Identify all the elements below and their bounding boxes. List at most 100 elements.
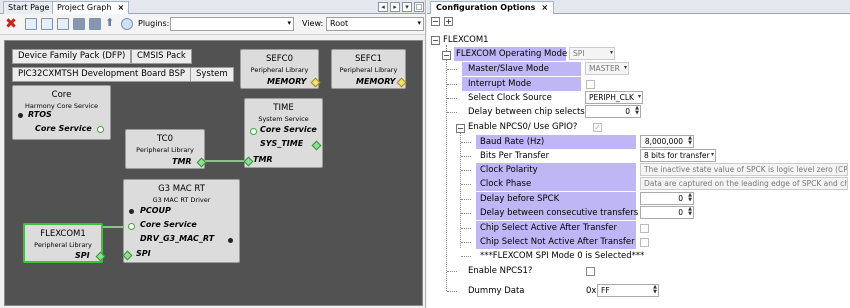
master-slave-select[interactable]: MASTER ▾ [585,62,629,75]
tc0-node[interactable]: TC0 Peripheral Library TMR [125,129,207,169]
memory-port: MEMORY [356,77,396,86]
spi-mode-note: ***FLEXCOM SPI Mode 0 is Selected*** [480,251,645,261]
chevron-down-icon: ▾ [417,19,421,27]
delay-before-spck-input[interactable]: 0 ▲ ▼ [640,192,694,205]
spinner-icon: ▲ ▼ [688,135,692,146]
tree-line [461,142,471,143]
clock-polarity-select[interactable]: The inactive state value of SPCK is logi… [640,163,848,176]
node-subtitle: Peripheral Library [136,146,194,154]
chevron-down-icon: ▾ [287,19,291,27]
flexcom1-node[interactable]: FLEXCOM1 Peripheral Library SPI [23,223,106,263]
dependency-dot[interactable] [250,128,257,135]
dropdown-icon[interactable]: ▾ [402,2,412,12]
container-icon[interactable] [89,18,101,30]
delay-chip-selects-label: Delay between chip selects [468,107,585,117]
node-subtitle: System Service [258,115,309,123]
dependency-dot[interactable] [128,223,135,230]
tmr-port: TMR [172,157,192,166]
cs-active-after-checkbox[interactable] [640,224,649,233]
baud-rate-input[interactable]: 8,000,000 ▲ ▼ [640,135,694,148]
bits-per-transfer-select[interactable]: 8 bits for transfer ▾ [640,149,716,162]
tree-collapse-icon[interactable]: − [442,51,451,60]
bsp-pill[interactable]: PIC32CXMTSH Development Board BSP [12,67,191,82]
delay-chip-selects-input[interactable]: 0 ▲ ▼ [585,105,641,118]
tab-project-graph[interactable]: Project Graph × [52,1,130,14]
dummy-data-input[interactable]: FF ▲ ▼ [597,284,659,297]
time-node[interactable]: TIME System Service Core Service SYS_TIM… [243,98,323,168]
core-service-port: Core Service [260,125,317,134]
delete-icon[interactable]: ✖ [4,17,18,31]
tree-collapse-icon[interactable]: − [456,124,465,133]
configuration-options-pane: Configuration Options × − + − FLEXCOM1 − … [427,0,850,308]
tree-line [461,256,471,257]
scroll-left-icon[interactable]: ◂ [378,2,388,12]
expand-all-icon[interactable]: + [444,17,453,26]
spi-port: SPI [75,251,90,260]
close-tab-icon[interactable]: × [117,3,124,12]
tree-line [447,69,457,70]
core-node[interactable]: Core Harmony Core Service RTOS Core Serv… [12,85,111,140]
view-select[interactable]: Root ▾ [326,17,424,31]
tmr-output-diamond[interactable] [196,157,207,168]
tmr-input-diamond[interactable] [243,156,254,167]
auto-arrange-icon[interactable] [41,18,53,30]
tree-root-flexcom1: FLEXCOM1 [443,35,489,45]
spinner-icon: ▲ ▼ [653,284,657,295]
core-service-port: Core Service [140,220,197,229]
graph-canvas[interactable]: Device Family Pack (DFP) CMSIS Pack PIC3… [4,40,423,306]
group-icon[interactable] [73,18,85,30]
enable-npcs0-label: Enable NPCS0/ Use GPIO? [468,122,578,132]
capability-dot[interactable] [97,126,104,133]
node-title: SEFC0 [266,54,293,64]
clock-source-select[interactable]: PERIPH_CLK ▾ [585,91,643,104]
chevron-down-icon: ▾ [637,93,641,100]
sefc1-node[interactable]: SEFC1 Peripheral Library MEMORY [331,49,407,89]
delay-consecutive-input[interactable]: 0 ▲ ▼ [640,206,694,219]
node-subtitle: Peripheral Library [34,241,92,249]
system-pill[interactable]: System [190,67,234,82]
tab-configuration-options[interactable]: Configuration Options × [430,1,555,14]
clock-phase-label: Clock Phase [480,179,532,189]
enable-npcs1-label: Enable NPCS1? [468,266,533,276]
focus-icon[interactable] [121,18,133,30]
sys-time-port-diamond[interactable] [311,140,322,151]
plugins-select[interactable]: ▾ [170,17,294,31]
node-title: SEFC1 [355,54,382,64]
core-service-port: Core Service [35,124,92,133]
node-title: TIME [273,103,294,113]
view-label: View: [302,19,324,28]
tmr-port: TMR [253,155,273,164]
clock-phase-select[interactable]: Data are captured on the leading edge of… [640,177,848,190]
tree-line [447,84,457,85]
up-arrow-icon[interactable]: ⬆ [105,17,117,30]
dummy-data-label: Dummy Data [468,286,525,296]
new-component-icon[interactable] [25,18,37,30]
spi-port: SPI [136,249,151,258]
memory-port-diamond[interactable] [396,77,407,88]
cs-not-active-after-checkbox[interactable] [640,238,649,247]
scroll-right-icon[interactable]: ▸ [390,2,400,12]
tab-start-page[interactable]: Start Page [3,1,55,14]
clock-polarity-label: Clock Polarity [480,165,538,175]
tree-line [461,170,471,171]
node-subtitle: Harmony Core Service [25,102,98,110]
memory-port-diamond[interactable] [310,77,321,88]
enable-npcs0-checkbox[interactable]: ✓ [593,123,602,132]
collapse-all-icon[interactable]: − [431,17,440,26]
tree-collapse-icon[interactable]: − [431,36,440,45]
node-subtitle: Peripheral Library [250,66,309,74]
maximize-icon[interactable]: □ [414,2,424,12]
dfp-pill[interactable]: Device Family Pack (DFP) [12,49,132,64]
close-tab-icon[interactable]: × [541,3,548,12]
interrupt-mode-checkbox[interactable] [586,80,595,89]
tree-line [461,242,471,243]
tree-line [461,184,471,185]
grid-icon[interactable] [57,18,69,30]
cs-not-active-after-label: Chip Select Not Active After Transfer [480,237,635,247]
enable-npcs1-checkbox[interactable] [586,267,595,276]
op-mode-select[interactable]: SPI ▾ [569,47,615,60]
g3-mac-rt-node[interactable]: G3 MAC RT G3 MAC RT Driver PCOUP Core Se… [122,179,240,263]
sefc0-node[interactable]: SEFC0 Peripheral Library MEMORY [240,49,321,89]
cmsis-pill[interactable]: CMSIS Pack [131,49,192,64]
spi-input-diamond[interactable] [122,250,133,261]
